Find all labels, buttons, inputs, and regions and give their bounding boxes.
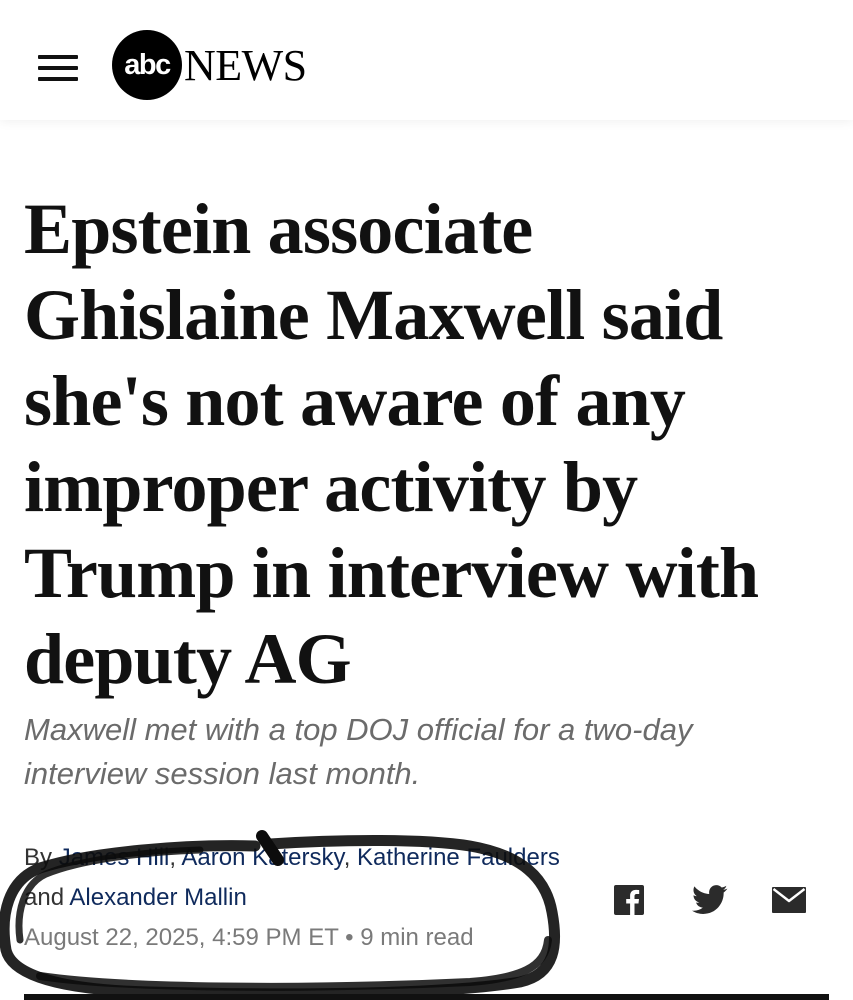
lead-image-top-edge bbox=[24, 994, 829, 1000]
author-link[interactable]: Katherine Faulders bbox=[357, 844, 560, 871]
article-headline: Epstein associate Ghislaine Maxwell said… bbox=[24, 189, 759, 699]
facebook-icon bbox=[614, 885, 644, 915]
site-header: abc NEWS bbox=[0, 0, 853, 120]
read-time: 9 min read bbox=[360, 924, 474, 951]
byline: By James Hill, Aaron Katersky, Katherine… bbox=[24, 838, 564, 918]
meta-bullet: • bbox=[345, 924, 354, 951]
email-share-button[interactable] bbox=[772, 880, 808, 920]
byline-prefix: By bbox=[24, 844, 53, 871]
author-link[interactable]: Aaron Katersky bbox=[181, 844, 343, 871]
author-link[interactable]: Alexander Mallin bbox=[69, 884, 246, 911]
hamburger-menu-button[interactable] bbox=[38, 50, 80, 82]
abc-news-logo[interactable]: abc NEWS bbox=[112, 30, 307, 100]
hamburger-line bbox=[38, 55, 78, 59]
hamburger-line bbox=[38, 77, 78, 81]
byline-conjunction: and bbox=[24, 884, 65, 911]
hamburger-line bbox=[38, 66, 78, 70]
author-separator: , bbox=[169, 844, 182, 871]
abc-logo-circle: abc bbox=[112, 30, 182, 100]
article-meta: August 22, 2025, 4:59 PM ET • 9 min read bbox=[24, 918, 474, 958]
email-icon bbox=[772, 887, 806, 913]
author-link[interactable]: James Hill bbox=[59, 844, 170, 871]
article-subheadline: Maxwell met with a top DOJ official for … bbox=[24, 712, 693, 791]
twitter-icon bbox=[692, 885, 728, 914]
publish-date: August 22, 2025, 4:59 PM ET bbox=[24, 924, 339, 951]
author-separator: , bbox=[343, 844, 358, 871]
twitter-share-button[interactable] bbox=[692, 880, 730, 920]
facebook-share-button[interactable] bbox=[614, 880, 648, 920]
logo-news-text: NEWS bbox=[184, 40, 307, 90]
